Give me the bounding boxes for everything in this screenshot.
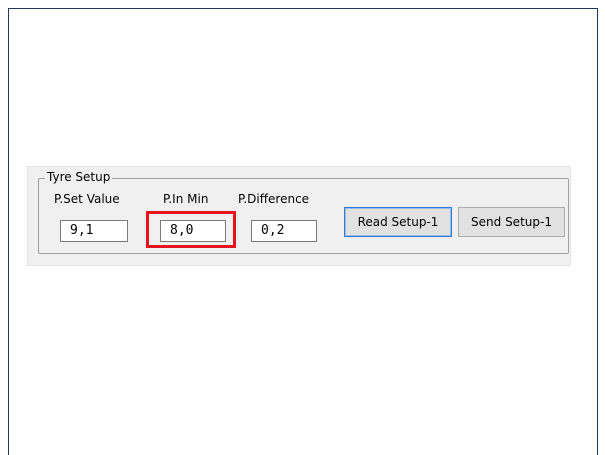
p-in-min-highlight <box>146 211 236 248</box>
read-setup-button[interactable]: Read Setup-1 <box>344 207 452 237</box>
p-set-value-label: P.Set Value <box>54 192 120 206</box>
p-in-min-label: P.In Min <box>163 192 209 206</box>
p-difference-input[interactable]: 0,2 <box>251 220 317 242</box>
send-setup-button[interactable]: Send Setup-1 <box>458 207 565 237</box>
p-difference-label: P.Difference <box>238 192 310 206</box>
tyre-setup-title: Tyre Setup <box>45 170 113 185</box>
p-set-value-input[interactable]: 9,1 <box>60 220 128 242</box>
